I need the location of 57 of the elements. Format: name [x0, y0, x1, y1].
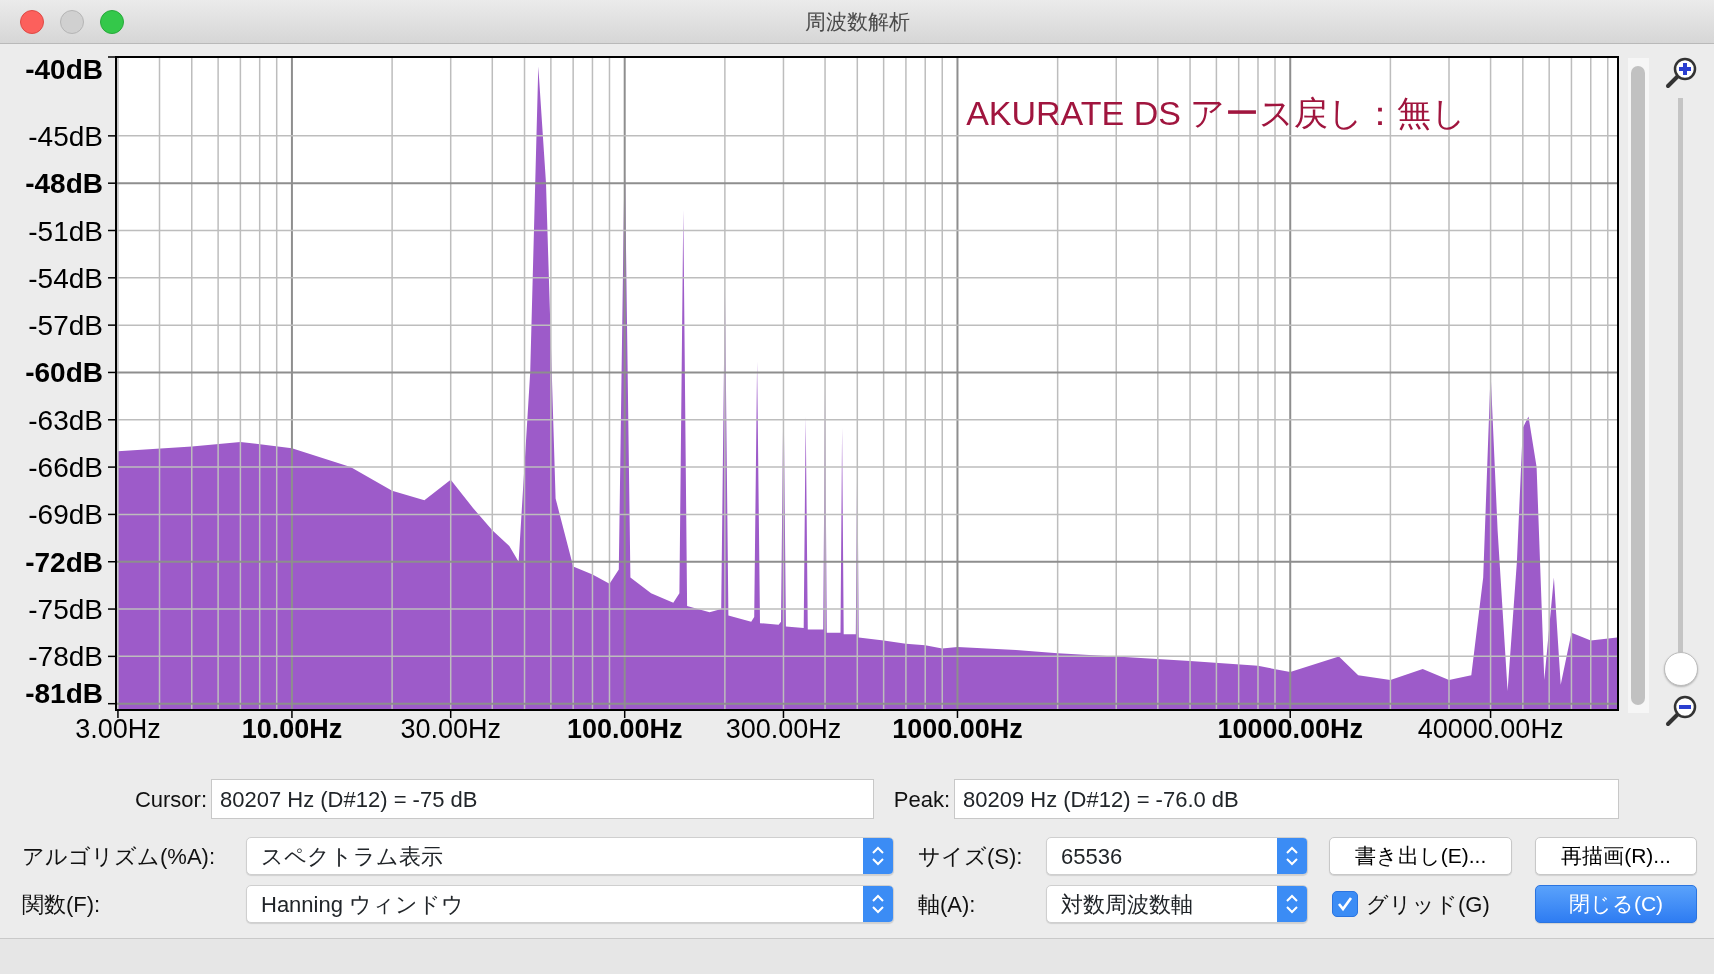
axis-label: -57dB: [28, 310, 103, 342]
axis-label: -72dB: [25, 546, 103, 578]
axis-label: -45dB: [28, 120, 103, 152]
size-select[interactable]: 65536: [1046, 837, 1308, 875]
axis-label: -48dB: [25, 168, 103, 200]
axis-label: 40000.00Hz: [1417, 714, 1564, 744]
annotation-text: AKURATE DS アース戻し：無し: [966, 94, 1467, 132]
scrollbar-track[interactable]: [1628, 58, 1649, 713]
peak-readout: 80209 Hz (D#12) = -76.0 dB: [954, 779, 1619, 819]
export-button[interactable]: 書き出し(E)...: [1329, 837, 1512, 875]
window-function-select[interactable]: Hanning ウィンドウ: [246, 885, 894, 923]
zoom-slider-thumb[interactable]: [1664, 652, 1699, 686]
axis-label: -54dB: [28, 262, 103, 294]
algorithm-select[interactable]: スペクトラム表示: [246, 837, 894, 875]
field-label: 軸(A):: [918, 890, 976, 919]
axis-label: -75dB: [28, 594, 103, 626]
axis-label: -40dB: [25, 54, 103, 85]
axis-label: -60dB: [25, 357, 103, 389]
grid-checkbox[interactable]: [1332, 891, 1358, 917]
cursor-readout: 80207 Hz (D#12) = -75 dB: [211, 779, 874, 819]
dropdown-arrows-icon: [1277, 838, 1307, 874]
axis-label: 10.00Hz: [241, 714, 343, 744]
axis-label: -66dB: [28, 452, 103, 484]
axis-label: 1000.00Hz: [892, 714, 1023, 744]
axis-label: -69dB: [28, 499, 103, 531]
field-label: 関数(F):: [22, 890, 101, 919]
checkbox-label: グリッド(G): [1366, 890, 1490, 919]
axis-label: -63dB: [28, 404, 103, 436]
zoom-out-icon[interactable]: [1664, 694, 1699, 728]
axis-label: 3.00Hz: [75, 714, 161, 744]
axis-label: -81dB: [25, 678, 103, 709]
select-value: Hanning ウィンドウ: [261, 890, 465, 919]
axis-label: -78dB: [28, 641, 103, 673]
field-label: サイズ(S):: [918, 842, 1023, 871]
select-value: 対数周波数軸: [1061, 890, 1193, 919]
field-label: Cursor:: [134, 785, 207, 814]
axis-label: -51dB: [28, 215, 103, 247]
select-value: 65536: [1061, 842, 1123, 871]
replot-button[interactable]: 再描画(R)...: [1535, 837, 1697, 875]
field-label: Peak:: [893, 785, 950, 814]
select-value: スペクトラム表示: [261, 842, 443, 871]
close-button[interactable]: [20, 10, 44, 34]
axis-label: 300.00Hz: [725, 714, 842, 744]
minimize-button[interactable]: [60, 10, 84, 34]
window-title: 周波数解析: [804, 8, 910, 35]
check-icon: [1336, 895, 1354, 913]
scrollbar-thumb[interactable]: [1631, 66, 1646, 705]
dropdown-arrows-icon: [863, 838, 893, 874]
axis-label: 30.00Hz: [400, 714, 501, 744]
zoom-button[interactable]: [100, 10, 124, 34]
dropdown-arrows-icon: [1277, 886, 1307, 922]
axis-label: 10000.00Hz: [1217, 714, 1364, 744]
zoom-in-icon[interactable]: [1664, 56, 1699, 90]
field-label: アルゴリズム(%A):: [22, 842, 215, 871]
axis-label: 100.00Hz: [566, 714, 683, 744]
dropdown-arrows-icon: [863, 886, 893, 922]
axis-select[interactable]: 対数周波数軸: [1046, 885, 1308, 923]
